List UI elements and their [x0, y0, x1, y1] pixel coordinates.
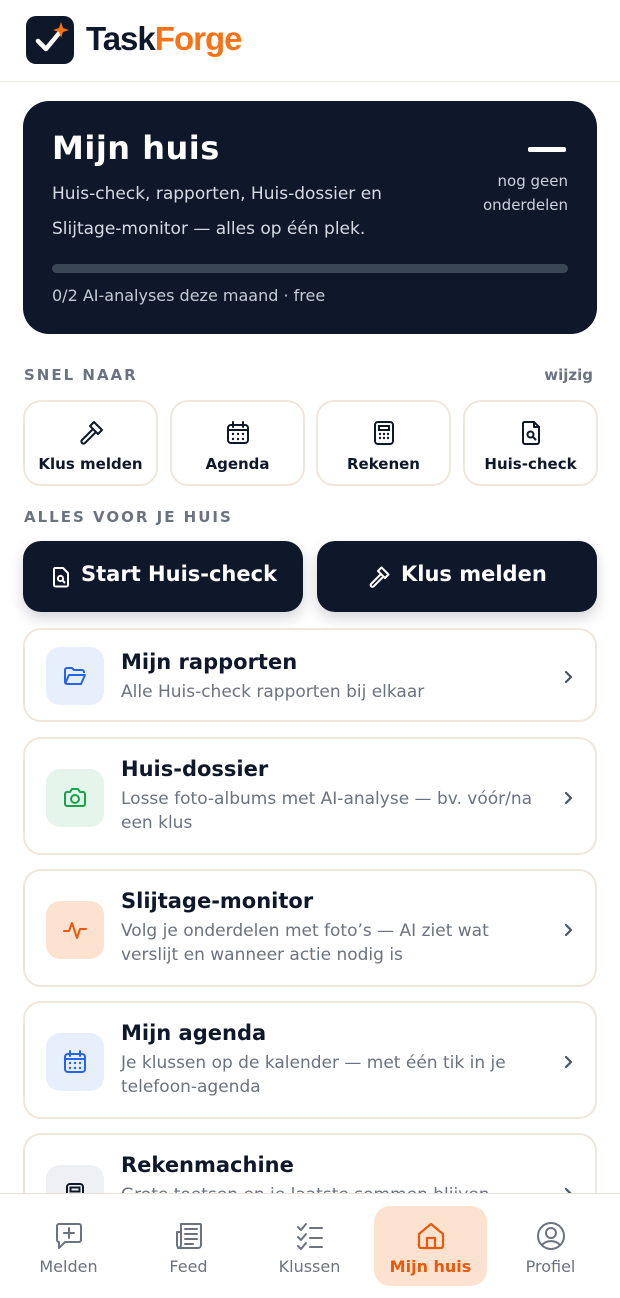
parts-status: nog geen onderdelen: [483, 172, 568, 214]
card-title: Mijn rapporten: [121, 650, 298, 674]
folder-icon: [46, 647, 104, 705]
card-mijn-agenda[interactable]: Mijn agenda Je klussen op de kalender — …: [23, 1001, 597, 1119]
nav-label: Feed: [169, 1257, 208, 1276]
card-title: Huis-dossier: [121, 757, 269, 781]
card-mijn-rapporten[interactable]: Mijn rapporten Alle Huis-check rapporten…: [23, 628, 597, 722]
quick-tile-rekenen[interactable]: Rekenen: [316, 400, 451, 486]
quick-tile-label: Rekenen: [346, 455, 420, 473]
start-huis-check-label: Start Huis-check: [81, 562, 278, 586]
start-huis-check-button[interactable]: Start Huis-check: [23, 541, 303, 612]
card-description: Alle Huis-check rapporten bij elkaar: [121, 682, 425, 702]
usage-text: 0/2 AI-analyses deze maand · free: [52, 286, 326, 305]
card-description: Volg je onderdelen met foto’s — AI ziet …: [121, 921, 489, 965]
hero-subtitle: Huis-check, rapporten, Huis-dossier en S…: [52, 184, 382, 239]
nav-item-feed[interactable]: Feed: [132, 1206, 245, 1286]
hammer-icon: [369, 566, 390, 588]
page-title: Mijn huis: [52, 129, 220, 167]
usage-progress-bar: [52, 264, 568, 273]
klus-melden-button[interactable]: Klus melden: [317, 541, 597, 612]
document-search-icon: [53, 567, 69, 588]
nav-item-melden[interactable]: Melden: [12, 1206, 125, 1286]
nav-item-profiel[interactable]: Profiel: [494, 1206, 607, 1286]
hammer-icon: [79, 421, 103, 445]
chevron-right-icon: [564, 670, 573, 684]
nav-item-mijn-huis[interactable]: Mijn huis: [374, 1206, 487, 1286]
chevron-right-icon: [564, 1055, 573, 1069]
card-title: Slijtage-monitor: [121, 889, 314, 913]
card-description: Losse foto-albums met AI-analyse — bv. v…: [121, 789, 533, 833]
card-description: Je klussen op de kalender — met één tik …: [121, 1053, 506, 1097]
empty-value-dash: [528, 147, 566, 152]
calculator-icon: [373, 421, 394, 445]
brand-name-part2: Forge: [154, 20, 243, 57]
bottom-navigation: Melden Feed Klussen Mijn huis Profiel: [0, 1193, 620, 1298]
quick-tile-agenda[interactable]: Agenda: [170, 400, 305, 486]
card-title: Mijn agenda: [121, 1021, 267, 1045]
message-plus-icon: [55, 1223, 82, 1249]
all-section-label: ALLES VOOR JE HUIS: [24, 508, 233, 526]
quick-section-label: SNEL NAAR: [24, 366, 138, 384]
quick-tile-label: Agenda: [205, 455, 270, 473]
calendar-icon: [226, 421, 249, 444]
chevron-right-icon: [564, 923, 573, 937]
checklist-icon: [296, 1223, 323, 1250]
brand-name-part1: Task: [86, 20, 156, 57]
home-icon: [417, 1222, 444, 1250]
app-header: TaskForge: [0, 0, 620, 82]
klus-melden-label: Klus melden: [401, 562, 547, 586]
home-summary-card: Mijn huis Huis-check, rapporten, Huis-do…: [23, 101, 597, 334]
nav-label: Melden: [39, 1257, 98, 1276]
card-title: Rekenmachine: [121, 1153, 294, 1177]
quick-tile-label: Huis-check: [484, 455, 577, 473]
logo-icon[interactable]: [26, 16, 74, 64]
quick-tile-label: Klus melden: [38, 455, 143, 473]
newspaper-icon: [175, 1223, 202, 1249]
card-slijtage-monitor[interactable]: Slijtage-monitor Volg je onderdelen met …: [23, 869, 597, 987]
pulse-icon: [46, 901, 104, 959]
quick-tile-klus-melden[interactable]: Klus melden: [23, 400, 158, 486]
chevron-right-icon: [564, 791, 573, 805]
nav-item-klussen[interactable]: Klussen: [253, 1206, 366, 1286]
user-circle-icon: [536, 1222, 565, 1250]
nav-label: Klussen: [278, 1257, 341, 1276]
document-search-icon: [521, 421, 540, 445]
calendar-icon: [46, 1033, 104, 1091]
edit-quick-link[interactable]: wijzig: [544, 366, 593, 384]
nav-label: Profiel: [525, 1257, 576, 1276]
card-huis-dossier[interactable]: Huis-dossier Losse foto-albums met AI-an…: [23, 737, 597, 855]
camera-icon: [46, 769, 104, 827]
quick-tile-huis-check[interactable]: Huis-check: [463, 400, 598, 486]
nav-label: Mijn huis: [389, 1257, 472, 1276]
brand-name: TaskForge: [86, 20, 243, 58]
